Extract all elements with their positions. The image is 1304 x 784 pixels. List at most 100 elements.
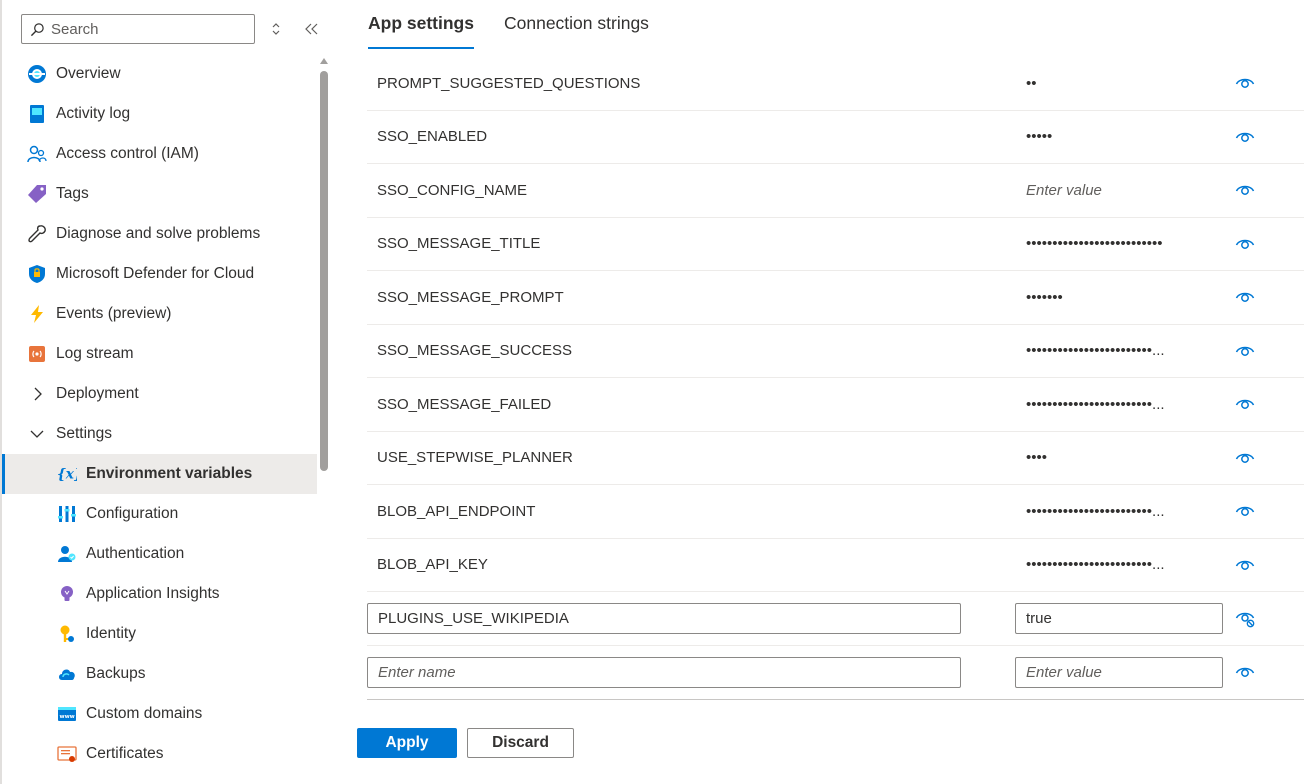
sidebar-item-application-insights[interactable]: Application Insights <box>2 574 317 614</box>
setting-value[interactable]: ••••••• <box>1026 271 1216 323</box>
setting-row[interactable]: BLOB_API_ENDPOINT •••••••••••••••••••••••… <box>367 485 1304 539</box>
app-settings-list: PROMPT_SUGGESTED_QUESTIONS •• SSO_ENABLED •… <box>367 57 1304 700</box>
tab-connection-strings[interactable]: Connection strings <box>504 0 649 52</box>
discard-button[interactable]: Discard <box>467 728 574 758</box>
sidebar-item-log-stream[interactable]: Log stream <box>2 334 317 374</box>
search-input[interactable] <box>51 20 251 38</box>
show-value-eye-icon[interactable] <box>1234 340 1256 362</box>
setting-value[interactable]: •• <box>1026 57 1216 109</box>
sidebar-item-label: Configuration <box>86 505 179 522</box>
setting-row[interactable]: SSO_MESSAGE_TITLE •••••••••••••••••••••••… <box>367 218 1304 271</box>
show-value-eye-icon[interactable] <box>1234 179 1256 201</box>
key-icon <box>56 623 78 645</box>
setting-row[interactable]: BLOB_API_KEY ••••••••••••••••••••••••... <box>367 539 1304 592</box>
setting-row[interactable]: SSO_MESSAGE_FAILED ••••••••••••••••••••••… <box>367 378 1304 432</box>
new-setting-row[interactable] <box>367 646 1304 700</box>
show-value-eye-icon[interactable] <box>1234 233 1256 255</box>
sidebar-item-backups[interactable]: Backups <box>2 654 317 694</box>
setting-name: SSO_ENABLED <box>377 128 488 145</box>
collapse-sidebar-icon[interactable] <box>302 19 322 39</box>
configuration-icon <box>56 503 78 525</box>
setting-value[interactable]: Enter value <box>1026 164 1216 216</box>
setting-value[interactable]: ••••••••••••••••••••••••... <box>1026 378 1216 430</box>
authentication-icon <box>56 543 78 565</box>
sidebar-item-configuration[interactable]: Configuration <box>2 494 317 534</box>
show-value-eye-icon[interactable] <box>1234 72 1256 94</box>
sidebar-item-authentication[interactable]: Authentication <box>2 534 317 574</box>
sidebar-item-label: Application Insights <box>86 585 220 602</box>
sidebar-item-label: Certificates <box>86 745 164 762</box>
tab-app-settings[interactable]: App settings <box>368 0 474 52</box>
sidebar-item-label: Tags <box>56 185 89 202</box>
setting-row-editing[interactable] <box>367 592 1304 646</box>
setting-name: SSO_MESSAGE_FAILED <box>377 395 552 413</box>
sidebar-item-tags[interactable]: Tags <box>2 174 317 214</box>
sidebar-item-label: Custom domains <box>86 705 203 722</box>
sidebar-item-diagnose[interactable]: Diagnose and solve problems <box>2 214 317 254</box>
setting-value[interactable]: ••••••••••••••••••••••••... <box>1026 485 1216 537</box>
overview-icon <box>26 63 48 85</box>
setting-value[interactable]: ••••••••••••••••••••••••... <box>1026 539 1216 591</box>
main-content: App settings Connection strings PROMPT_S… <box>333 0 1304 784</box>
sidebar-item-activity-log[interactable]: Activity log <box>2 94 317 134</box>
setting-value[interactable]: ••••••••••••••••••••••••... <box>1026 325 1216 377</box>
show-value-eye-icon[interactable] <box>1234 393 1256 415</box>
variable-icon: {x} <box>56 463 78 485</box>
svg-text:{x}: {x} <box>57 467 77 483</box>
setting-value[interactable]: ••••• <box>1026 111 1216 163</box>
setting-value[interactable]: •••••••••••••••••••••••••• <box>1026 218 1216 270</box>
show-value-eye-icon[interactable] <box>1234 447 1256 469</box>
setting-row[interactable]: SSO_CONFIG_NAME Enter value <box>367 164 1304 218</box>
sidebar-item-overview[interactable]: Overview <box>2 54 317 94</box>
log-stream-icon <box>26 343 48 365</box>
chevron-down-icon <box>26 423 48 445</box>
scroll-up-icon[interactable] <box>320 58 328 64</box>
setting-row[interactable]: SSO_ENABLED ••••• <box>367 111 1304 164</box>
certificate-icon <box>56 743 78 765</box>
setting-name: SSO_MESSAGE_TITLE <box>377 235 541 252</box>
sidebar-item-custom-domains[interactable]: www Custom domains <box>2 694 317 734</box>
wrench-icon <box>26 223 48 245</box>
tag-icon <box>26 183 48 205</box>
search-icon <box>30 22 44 36</box>
hide-value-eye-icon[interactable] <box>1234 607 1256 629</box>
sidebar-item-label: Settings <box>56 425 113 442</box>
people-icon <box>26 143 48 165</box>
sidebar-item-label: Authentication <box>86 545 185 562</box>
setting-row[interactable]: SSO_MESSAGE_SUCCESS •••••••••••••••••••••… <box>367 325 1304 378</box>
setting-row[interactable]: SSO_MESSAGE_PROMPT ••••••• <box>367 271 1304 325</box>
sidebar-nav: Overview Activity log Access control (IA… <box>2 54 317 774</box>
setting-name: SSO_MESSAGE_PROMPT <box>377 288 564 306</box>
show-value-eye-icon[interactable] <box>1234 500 1256 522</box>
sidebar-item-settings[interactable]: Settings <box>2 414 317 454</box>
sidebar-item-certificates[interactable]: Certificates <box>2 734 317 774</box>
svg-text:www: www <box>60 714 75 720</box>
sidebar-item-environment-variables[interactable]: {x} Environment variables <box>2 454 317 494</box>
sidebar-item-label: Diagnose and solve problems <box>56 225 261 242</box>
setting-row[interactable]: PROMPT_SUGGESTED_QUESTIONS •• <box>367 57 1304 111</box>
new-name-input[interactable] <box>367 657 961 688</box>
sidebar-scrollbar[interactable] <box>319 56 329 784</box>
sidebar-item-events[interactable]: Events (preview) <box>2 294 317 334</box>
show-value-eye-icon[interactable] <box>1234 126 1256 148</box>
footer-actions: Apply Discard <box>357 728 574 758</box>
setting-value[interactable]: •••• <box>1026 432 1216 484</box>
sidebar-item-defender[interactable]: Microsoft Defender for Cloud <box>2 254 317 294</box>
activity-log-icon <box>26 103 48 125</box>
show-value-eye-icon[interactable] <box>1234 661 1256 683</box>
new-value-input[interactable] <box>1015 657 1223 688</box>
setting-row[interactable]: USE_STEPWISE_PLANNER •••• <box>367 432 1304 485</box>
scroll-thumb[interactable] <box>320 71 328 471</box>
show-value-eye-icon[interactable] <box>1234 286 1256 308</box>
sidebar-item-access-control[interactable]: Access control (IAM) <box>2 134 317 174</box>
sidebar-item-identity[interactable]: Identity <box>2 614 317 654</box>
setting-name-input[interactable] <box>367 603 961 634</box>
sidebar-item-label: Identity <box>86 625 136 642</box>
expand-collapse-icon[interactable] <box>266 19 286 39</box>
search-box[interactable] <box>21 14 255 44</box>
show-value-eye-icon[interactable] <box>1234 554 1256 576</box>
setting-value-input[interactable] <box>1015 603 1223 634</box>
sidebar-item-deployment[interactable]: Deployment <box>2 374 317 414</box>
sidebar-item-label: Microsoft Defender for Cloud <box>56 265 255 282</box>
apply-button[interactable]: Apply <box>357 728 457 758</box>
